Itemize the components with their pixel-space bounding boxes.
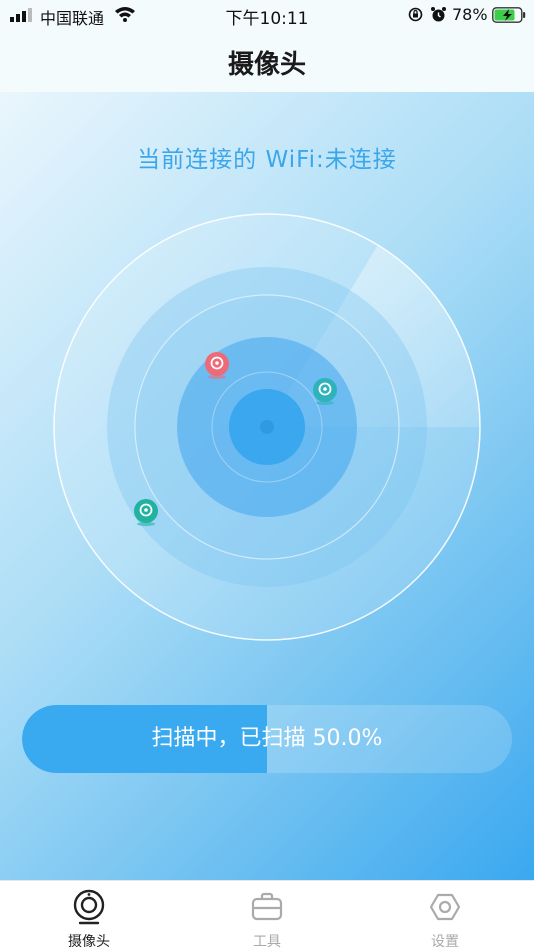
scan-progress-text: 扫描中，已扫描 50.0% — [151, 726, 383, 751]
alarm-icon — [431, 7, 446, 22]
orientation-lock-icon — [408, 7, 423, 22]
battery-percent: 78% — [452, 5, 488, 24]
settings-icon — [429, 893, 461, 921]
scan-progress-bar: 扫描中，已扫描 50.0% — [22, 705, 512, 773]
scan-area: 当前连接的 WiFi:未连接 扫描中，已扫描 50.0% — [0, 92, 534, 880]
navigation-bar: 摄像头 — [0, 30, 534, 92]
tab-settings[interactable]: 设置 — [356, 881, 534, 951]
battery-charging-icon — [492, 7, 526, 23]
status-bar: 中国联通 下午10:11 78% — [0, 0, 534, 30]
camera-icon — [73, 889, 105, 925]
tab-settings-label: 设置 — [431, 934, 459, 950]
page-title: 摄像头 — [227, 50, 306, 80]
tab-bar: 摄像头 工具 设置 — [0, 880, 534, 951]
radar-center-dot — [260, 420, 274, 434]
tab-camera-label: 摄像头 — [68, 934, 110, 950]
tab-tools-label: 工具 — [253, 934, 281, 950]
toolbox-icon — [251, 892, 283, 921]
tab-tools[interactable]: 工具 — [178, 881, 356, 951]
tab-camera[interactable]: 摄像头 — [0, 881, 178, 951]
